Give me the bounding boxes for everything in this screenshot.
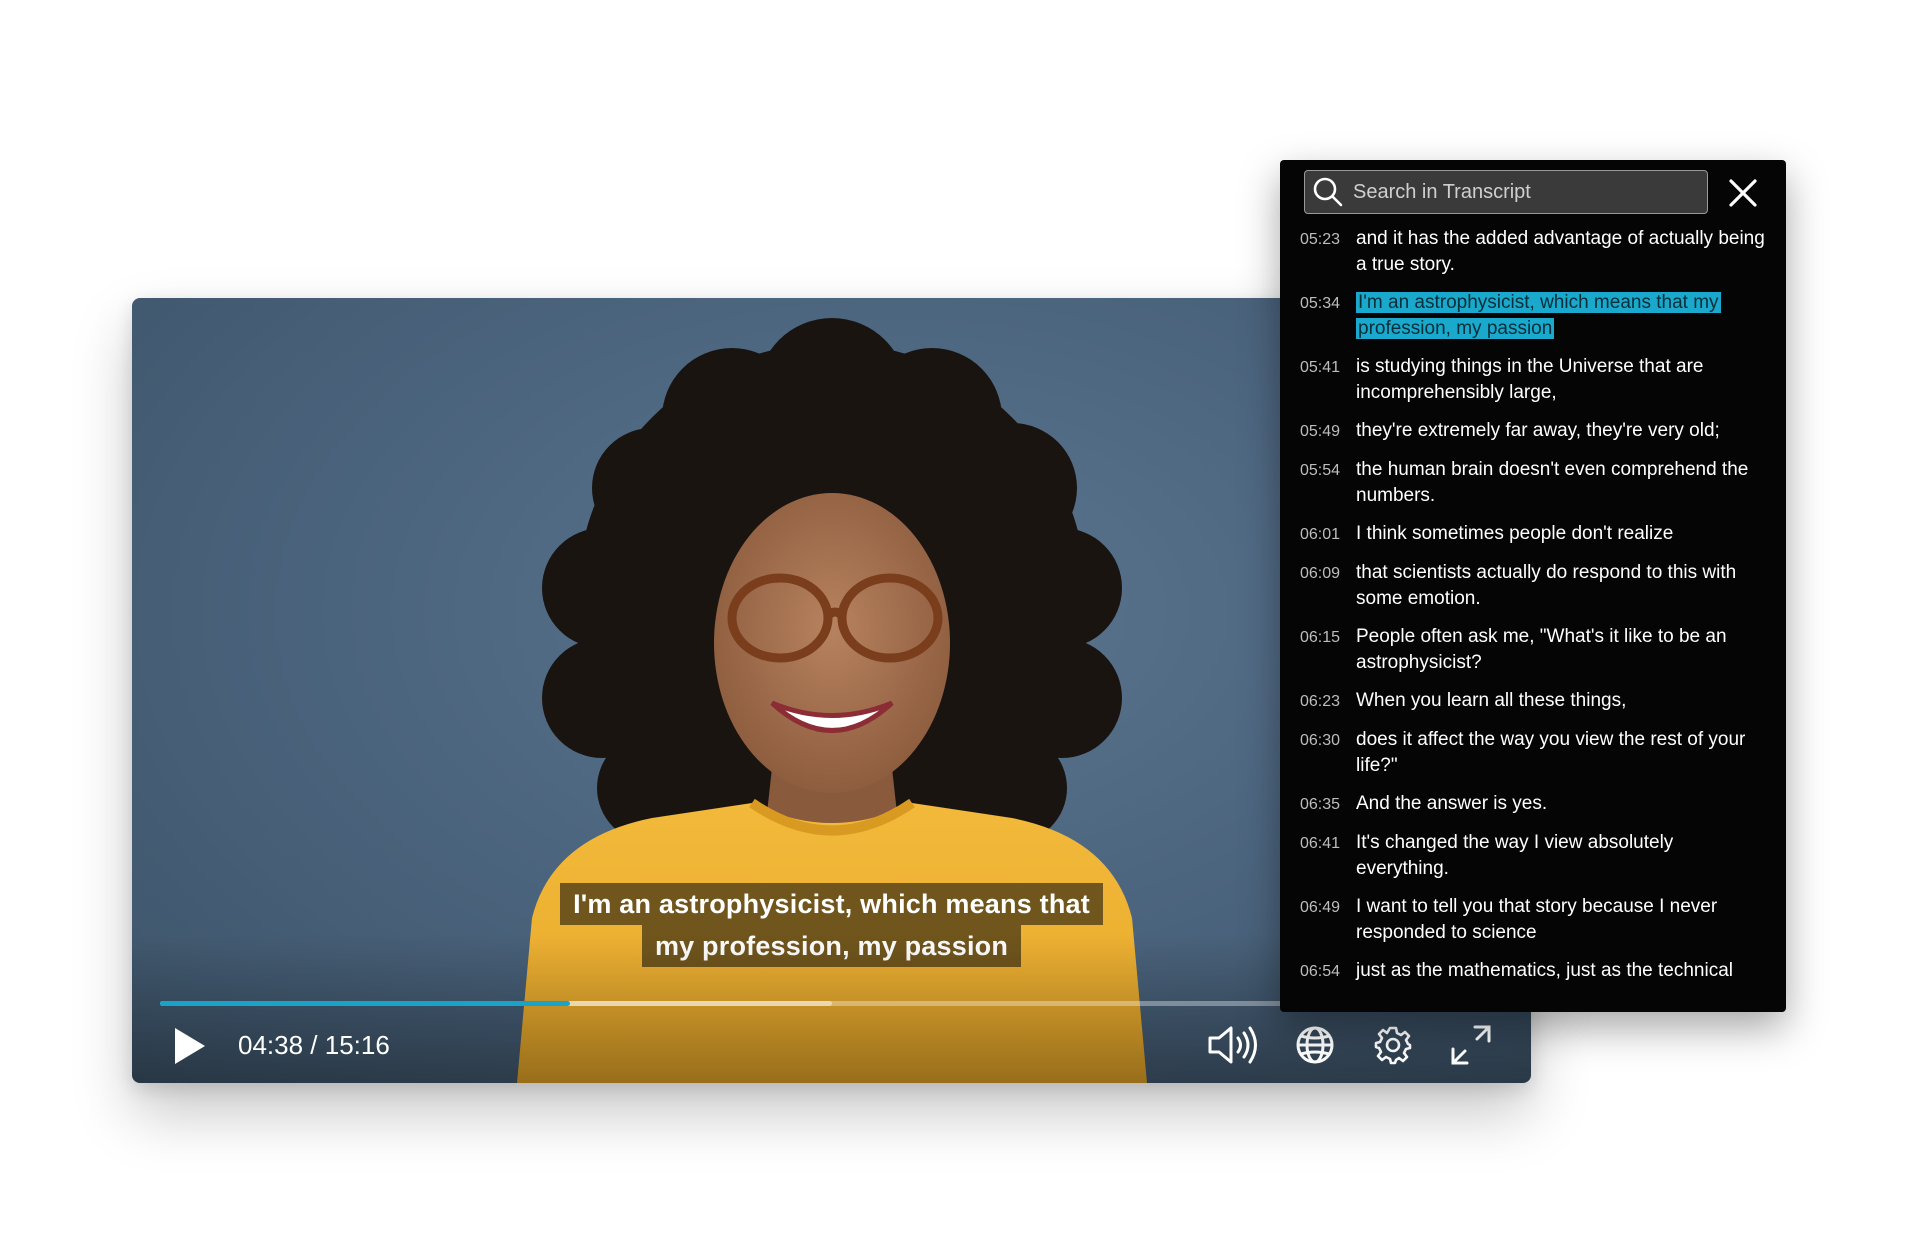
transcript-line[interactable]: 06:15 People often ask me, "What's it lik… [1280, 624, 1786, 675]
transcript-timestamp: 06:49 [1300, 899, 1341, 916]
transcript-text-content: is studying things in the Universe that … [1356, 356, 1704, 403]
transcript-timestamp: 06:01 [1300, 526, 1341, 543]
transcript-line[interactable]: 05:23 and it has the added advantage of a… [1280, 226, 1786, 277]
transcript-timestamp: 06:30 [1300, 732, 1341, 749]
transcript-timestamp: 06:54 [1300, 963, 1341, 980]
globe-icon [1296, 1026, 1334, 1064]
played-range [160, 1001, 571, 1006]
transcript-text: that scientists actually do respond to t… [1356, 560, 1768, 611]
transcript-text-content: does it affect the way you view the rest… [1356, 729, 1746, 776]
settings-button[interactable] [1370, 1021, 1416, 1069]
transcript-timestamp: 06:15 [1300, 629, 1341, 646]
transcript-text-content: that scientists actually do respond to t… [1356, 562, 1737, 609]
transcript-panel: 05:23 and it has the added advantage of a… [1280, 160, 1786, 1012]
transcript-text-content: they're extremely far away, they're very… [1356, 420, 1720, 441]
transcript-lines: 05:23 and it has the added advantage of a… [1280, 226, 1786, 997]
transcript-timestamp: 05:23 [1300, 231, 1341, 248]
volume-icon [1208, 1026, 1257, 1064]
transcript-timestamp: 06:23 [1300, 693, 1341, 710]
transcript-timestamp: 05:41 [1300, 359, 1341, 376]
transcript-line[interactable]: 05:49 they're extremely far away, they're… [1280, 418, 1786, 444]
transcript-text-content: just as the mathematics, just as the tec… [1356, 960, 1734, 981]
transcript-line[interactable]: 06:49 I want to tell you that story becau… [1280, 894, 1786, 945]
play-icon [175, 1028, 205, 1064]
fullscreen-icon [1451, 1025, 1491, 1065]
transcript-timestamp: 05:49 [1300, 423, 1341, 440]
search-input[interactable] [1345, 180, 1707, 204]
transcript-text: It's changed the way I view absolutely e… [1356, 830, 1768, 881]
search-icon [1313, 177, 1343, 207]
transcript-text-content: People often ask me, "What's it like to … [1356, 626, 1727, 673]
transcript-line[interactable]: 06:41 It's changed the way I view absolut… [1280, 830, 1786, 881]
volume-button[interactable] [1206, 1021, 1262, 1069]
transcript-timestamp: 06:41 [1300, 835, 1341, 852]
transcript-timestamp: 06:35 [1300, 796, 1341, 813]
transcript-line[interactable]: 05:34 I'm an astrophysicist, which means … [1280, 290, 1786, 341]
transcript-timestamp: 05:34 [1300, 295, 1341, 312]
transcript-text-content: When you learn all these things, [1356, 690, 1627, 711]
fullscreen-button[interactable] [1448, 1021, 1494, 1069]
transcript-line[interactable]: 06:23 When you learn all these things, [1280, 688, 1786, 714]
transcript-line[interactable]: 06:30 does it affect the way you view the… [1280, 727, 1786, 778]
transcript-text: just as the mathematics, just as the tec… [1356, 958, 1733, 984]
transcript-text: And the answer is yes. [1356, 791, 1547, 817]
transcript-text: is studying things in the Universe that … [1356, 354, 1768, 405]
transcript-text: and it has the added advantage of actual… [1356, 226, 1768, 277]
transcript-text: I want to tell you that story because I … [1356, 894, 1768, 945]
transcript-text: I'm an astrophysicist, which means that … [1356, 290, 1768, 341]
transcript-line[interactable]: 06:54 just as the mathematics, just as th… [1280, 958, 1786, 984]
transcript-text: does it affect the way you view the rest… [1356, 727, 1768, 778]
transcript-text-content: the human brain doesn't even comprehend … [1356, 459, 1749, 506]
time-display: 04:38 / 15:16 [238, 1030, 390, 1060]
transcript-line[interactable]: 06:35 And the answer is yes. [1280, 791, 1786, 817]
transcript-line[interactable]: 05:41 is studying things in the Universe … [1280, 354, 1786, 405]
transcript-text: When you learn all these things, [1356, 688, 1626, 714]
transcript-line[interactable]: 06:01 I think sometimes people don't real… [1280, 521, 1786, 547]
transcript-text-content: and it has the added advantage of actual… [1356, 228, 1765, 275]
transcript-text-content: And the answer is yes. [1356, 793, 1548, 814]
transcript-text: People often ask me, "What's it like to … [1356, 624, 1768, 675]
transcript-text-content: I think sometimes people don't realize [1356, 523, 1674, 544]
transcript-text-content: I'm an astrophysicist, which means that … [1356, 292, 1721, 339]
play-button[interactable] [168, 1022, 212, 1070]
transcript-search[interactable] [1304, 170, 1708, 214]
transcript-line[interactable]: 05:54 the human brain doesn't even compre… [1280, 457, 1786, 508]
close-icon [1729, 179, 1757, 207]
transcript-line[interactable]: 06:09 that scientists actually do respond… [1280, 560, 1786, 611]
transcript-timestamp: 05:54 [1300, 462, 1341, 479]
transcript-text: I think sometimes people don't realize [1356, 521, 1673, 547]
caption-line: I'm an astrophysicist, which means that [560, 883, 1103, 925]
transcript-text-content: I want to tell you that story because I … [1356, 896, 1718, 943]
language-button[interactable] [1292, 1021, 1338, 1069]
transcript-text-content: It's changed the way I view absolutely e… [1356, 832, 1674, 879]
transcript-text: the human brain doesn't even comprehend … [1356, 457, 1768, 508]
transcript-timestamp: 06:09 [1300, 565, 1341, 582]
transcript-text: they're extremely far away, they're very… [1356, 418, 1720, 444]
gear-icon [1374, 1026, 1412, 1065]
close-button[interactable] [1722, 172, 1764, 214]
